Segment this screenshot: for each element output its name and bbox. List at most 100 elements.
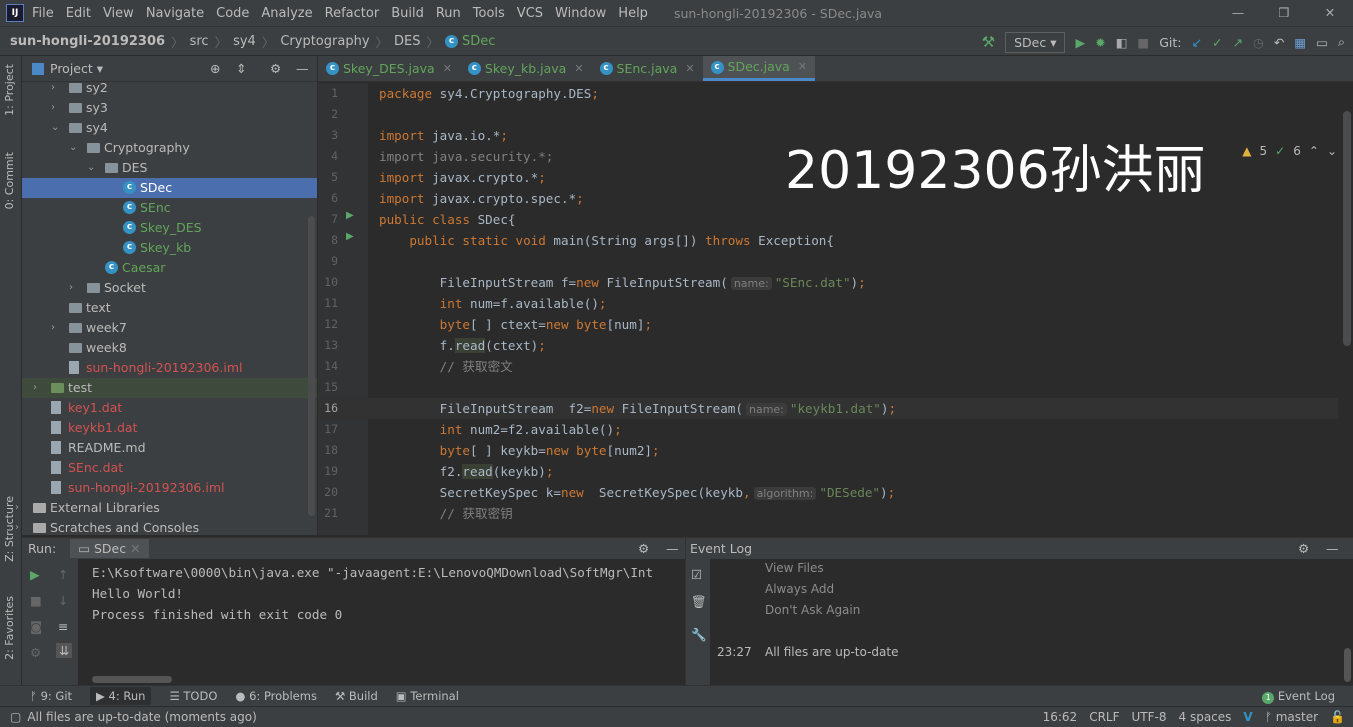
run-hide-icon[interactable]: — (666, 541, 679, 556)
menu-help[interactable]: Help (618, 6, 648, 21)
side-tab-project[interactable]: 1: Project (3, 64, 16, 116)
menu-view[interactable]: View (103, 6, 134, 21)
collapsed-arrow-icon[interactable]: › (51, 98, 55, 118)
run-config-dropdown[interactable]: SDec ▾ (1005, 31, 1066, 53)
menu-vcs[interactable]: VCS (517, 6, 543, 21)
breadcrumb-src[interactable]: src (190, 34, 209, 49)
project-panel-title[interactable]: Project (50, 61, 93, 76)
collapsed-arrow-icon[interactable]: › (51, 318, 55, 338)
previous-highlight-icon[interactable]: ⌃ (1309, 144, 1319, 158)
tool-run[interactable]: ▶ 4: Run (90, 687, 152, 705)
run-gutter-icon[interactable]: ▶ (346, 231, 354, 242)
menu-window[interactable]: Window (555, 6, 606, 21)
tree-item[interactable]: keykb1.dat (22, 418, 317, 438)
tree-item[interactable]: c SEnc (22, 198, 317, 218)
expanded-arrow-icon[interactable]: ⌄ (69, 138, 77, 158)
stop-icon[interactable]: ■ (30, 593, 42, 608)
run-gear-icon[interactable]: ⚙ (638, 541, 649, 556)
status-message[interactable]: All files are up-to-date (moments ago) (27, 710, 256, 724)
menu-refactor[interactable]: Refactor (325, 6, 380, 21)
file-encoding[interactable]: UTF-8 (1132, 710, 1167, 724)
tree-item[interactable]: › Scratches and Consoles (15, 518, 317, 538)
camera-icon[interactable]: ◙ (30, 619, 42, 634)
tool-git[interactable]: ᚠ 9: Git (30, 689, 72, 703)
wrench-icon[interactable]: 🔧 (691, 627, 707, 643)
trash-icon[interactable]: 🗑 (691, 594, 707, 610)
tree-item[interactable]: › sy3 (22, 98, 317, 118)
locate-icon[interactable]: ⊕ (210, 61, 220, 76)
git-commit-icon[interactable]: ✓ (1212, 35, 1222, 50)
restore-button[interactable]: ❐ (1261, 0, 1307, 26)
tab-sdec[interactable]: c SDec.java ✕ (702, 54, 816, 81)
tree-item[interactable]: key1.dat (22, 398, 317, 418)
event-log-scrollbar[interactable] (1344, 648, 1351, 682)
tool-todo[interactable]: ☰ TODO (169, 689, 217, 703)
side-tab-favorites[interactable]: 2: Favorites (3, 596, 16, 660)
close-tab-icon[interactable]: ✕ (574, 56, 583, 82)
tool-problems[interactable]: ● 6: Problems (235, 689, 317, 703)
tree-item[interactable]: week8 (22, 338, 317, 358)
debug-icon[interactable]: ✹ (1095, 35, 1105, 50)
close-tab-icon[interactable]: ✕ (798, 54, 807, 80)
collapsed-arrow-icon[interactable]: › (15, 518, 19, 538)
tree-item[interactable]: › sy2 (22, 78, 317, 98)
menu-edit[interactable]: Edit (66, 6, 91, 21)
collapse-all-icon[interactable]: ⇕ (236, 61, 246, 76)
console-output[interactable]: E:\Ksoftware\0000\bin\java.exe "-javaage… (92, 562, 653, 625)
console-hscrollbar[interactable] (92, 676, 172, 683)
menu-build[interactable]: Build (391, 6, 424, 21)
tree-item[interactable]: README.md (22, 438, 317, 458)
caret-position[interactable]: 16:62 (1043, 710, 1078, 724)
breadcrumb-sy4[interactable]: sy4 (233, 34, 256, 49)
git-history-icon[interactable]: ◷ (1253, 35, 1264, 50)
tree-item[interactable]: › External Libraries (15, 498, 317, 518)
breadcrumb-sdec[interactable]: SDec (462, 34, 495, 49)
tree-item[interactable]: sun-hongli-20192306.iml (22, 478, 317, 498)
run-icon[interactable]: ▶ (1075, 35, 1085, 50)
scroll-to-end-icon[interactable]: ⇊ (56, 643, 73, 658)
tree-item[interactable]: ⌄ Cryptography (22, 138, 317, 158)
menu-code[interactable]: Code (216, 6, 249, 21)
run-tab-sdec[interactable]: ▭ SDec ✕ (70, 539, 149, 558)
tree-item[interactable]: › test (22, 378, 317, 398)
tree-scrollbar[interactable] (308, 216, 315, 516)
menu-file[interactable]: File (32, 6, 54, 21)
breadcrumb-project[interactable]: sun-hongli-20192306 (10, 34, 165, 49)
menu-run[interactable]: Run (436, 6, 461, 21)
tab-skey-kb[interactable]: c Skey_kb.java ✕ (460, 56, 592, 81)
search-icon[interactable]: ⌕ (1338, 34, 1345, 50)
view-files-link[interactable]: View Files (765, 561, 824, 575)
hide-icon[interactable]: — (296, 61, 309, 76)
build-hammer-icon[interactable]: ⚒ (982, 33, 995, 51)
lock-icon[interactable]: 🔓 (1330, 710, 1345, 724)
git-update-icon[interactable]: ↙ (1192, 35, 1202, 50)
tree-item[interactable]: c Caesar (22, 258, 317, 278)
scroll-up-icon[interactable]: ↑ (58, 567, 68, 582)
breadcrumb-cryptography[interactable]: Cryptography (280, 34, 369, 49)
inspection-widget[interactable]: ▲ 5 ✓ 6 ⌃ ⌄ (1242, 144, 1337, 158)
run-gutter-icon[interactable]: ▶ (346, 210, 354, 221)
tree-item[interactable]: sun-hongli-20192306.iml (22, 358, 317, 378)
menu-navigate[interactable]: Navigate (146, 6, 204, 21)
collapsed-arrow-icon[interactable]: › (33, 378, 37, 398)
tool-build[interactable]: ⚒ Build (335, 689, 378, 703)
close-tab-icon[interactable]: ✕ (685, 56, 694, 82)
mark-read-icon[interactable]: ☑ (691, 567, 702, 582)
settings-icon[interactable]: ⚙ (30, 645, 41, 660)
git-branch[interactable]: ᚠ master (1265, 710, 1318, 724)
event-log-gear-icon[interactable]: ⚙ (1298, 541, 1309, 556)
close-window-button[interactable]: ✕ (1307, 0, 1353, 26)
tab-senc[interactable]: c SEnc.java ✕ (592, 56, 703, 81)
project-structure-icon[interactable]: ▦ (1294, 35, 1306, 50)
rerun-icon[interactable]: ▶ (30, 567, 40, 582)
soft-wrap-icon[interactable]: ≡ (58, 619, 68, 634)
tab-skey-des[interactable]: c Skey_DES.java ✕ (318, 56, 460, 81)
presentation-icon[interactable]: ▭ (1316, 35, 1328, 50)
next-highlight-icon[interactable]: ⌄ (1327, 144, 1337, 158)
scroll-down-icon[interactable]: ↓ (58, 593, 68, 608)
expanded-arrow-icon[interactable]: ⌄ (51, 118, 59, 138)
tree-item[interactable]: › week7 (22, 318, 317, 338)
always-add-link[interactable]: Always Add (765, 582, 834, 596)
dont-ask-again-link[interactable]: Don't Ask Again (765, 603, 860, 617)
minimize-button[interactable]: — (1215, 0, 1261, 26)
